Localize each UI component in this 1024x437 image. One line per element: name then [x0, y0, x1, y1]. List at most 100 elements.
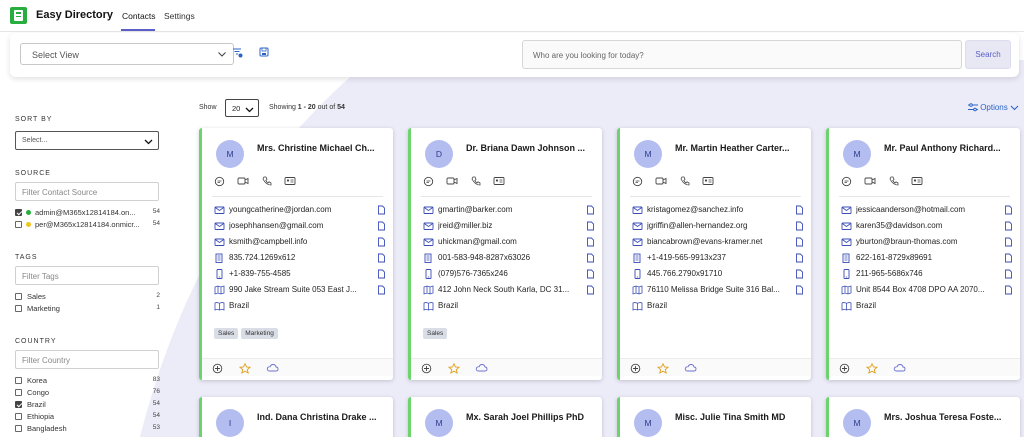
copy-icon[interactable]	[377, 285, 386, 297]
country-title: COUNTRY	[15, 338, 57, 345]
copy-icon[interactable]	[377, 237, 386, 249]
page-size-dropdown[interactable]: 20	[225, 99, 259, 117]
country-item[interactable]: Bangladesh 53	[15, 424, 160, 434]
checkbox[interactable]	[15, 305, 22, 312]
copy-icon[interactable]	[1004, 237, 1013, 249]
contact-card[interactable]: M Misc. Julie Tina Smith MD	[617, 397, 811, 437]
source-item[interactable]: per@M365x12814184.onmicr... 54	[15, 220, 160, 230]
source-item[interactable]: admin@M365x12814184.on... 54	[15, 208, 160, 218]
select-view-dropdown[interactable]: Select View	[20, 43, 234, 65]
country-filter-input[interactable]: Filter Country	[15, 350, 159, 369]
call-icon[interactable]	[262, 176, 272, 188]
call-icon[interactable]	[889, 176, 899, 188]
checkbox[interactable]	[15, 389, 22, 396]
contact-card[interactable]: M Mrs. Joshua Teresa Foste...	[826, 397, 1020, 437]
cloud-sync-icon[interactable]	[475, 363, 488, 375]
copy-icon[interactable]	[586, 253, 595, 265]
copy-icon[interactable]	[1004, 221, 1013, 233]
video-call-icon[interactable]	[864, 176, 876, 188]
copy-icon[interactable]	[795, 269, 804, 281]
contact-card[interactable]: M Mr. Martin Heather Carter... kristagomez…	[617, 128, 811, 380]
country-item[interactable]: Korea 83	[15, 376, 160, 386]
contact-name[interactable]: Dr. Briana Dawn Johnson ...	[466, 143, 596, 153]
contact-card-icon[interactable]	[911, 176, 923, 188]
copy-icon[interactable]	[795, 237, 804, 249]
cloud-sync-icon[interactable]	[684, 363, 697, 375]
contact-name[interactable]: Ind. Dana Christina Drake ...	[257, 412, 387, 422]
tab-settings[interactable]: Settings	[164, 11, 195, 21]
copy-icon[interactable]	[795, 285, 804, 297]
contact-name[interactable]: Misc. Julie Tina Smith MD	[675, 412, 805, 422]
copy-icon[interactable]	[377, 205, 386, 217]
cloud-sync-icon[interactable]	[266, 363, 279, 375]
copy-icon[interactable]	[586, 237, 595, 249]
sort-by-dropdown[interactable]: Select...	[15, 131, 159, 150]
copy-icon[interactable]	[795, 253, 804, 265]
cloud-sync-icon[interactable]	[893, 363, 906, 375]
country-item[interactable]: Brazil 54	[15, 400, 160, 410]
contact-card-icon[interactable]	[702, 176, 714, 188]
copy-icon[interactable]	[586, 269, 595, 281]
video-call-icon[interactable]	[446, 176, 458, 188]
chat-icon[interactable]	[632, 176, 643, 189]
filter-clear-icon[interactable]	[232, 47, 243, 60]
tag-item[interactable]: Marketing 1	[15, 304, 160, 314]
search-input[interactable]: Who are you looking for today?	[522, 40, 962, 69]
chat-icon[interactable]	[423, 176, 434, 189]
contact-card[interactable]: M Mrs. Christine Michael Ch... youngcather…	[199, 128, 393, 380]
country-item[interactable]: Ethiopia 54	[15, 412, 160, 422]
copy-icon[interactable]	[586, 205, 595, 217]
source-filter-input[interactable]: Filter Contact Source	[15, 182, 159, 201]
contact-card[interactable]: M Mr. Paul Anthony Richard... jessicaander…	[826, 128, 1020, 380]
checkbox[interactable]	[15, 293, 22, 300]
favorite-star-icon[interactable]	[656, 362, 670, 376]
copy-icon[interactable]	[377, 253, 386, 265]
tag-item[interactable]: Sales 2	[15, 292, 160, 302]
checkbox[interactable]	[15, 425, 22, 432]
contact-name[interactable]: Mx. Sarah Joel Phillips PhD	[466, 412, 596, 422]
video-call-icon[interactable]	[237, 176, 249, 188]
copy-icon[interactable]	[1004, 205, 1013, 217]
tab-contacts[interactable]: Contacts	[122, 11, 156, 21]
favorite-star-icon[interactable]	[447, 362, 461, 376]
checkbox[interactable]	[15, 413, 22, 420]
add-icon[interactable]	[421, 363, 432, 376]
favorite-star-icon[interactable]	[238, 362, 252, 376]
contact-name[interactable]: Mr. Martin Heather Carter...	[675, 143, 805, 153]
call-icon[interactable]	[471, 176, 481, 188]
save-view-icon[interactable]	[259, 47, 269, 59]
copy-icon[interactable]	[586, 285, 595, 297]
contact-name[interactable]: Mrs. Christine Michael Ch...	[257, 143, 387, 153]
copy-icon[interactable]	[795, 205, 804, 217]
add-icon[interactable]	[630, 363, 641, 376]
tags-filter-input[interactable]: Filter Tags	[15, 266, 159, 285]
contact-card[interactable]: M Mx. Sarah Joel Phillips PhD	[408, 397, 602, 437]
checkbox[interactable]	[15, 221, 22, 228]
options-button[interactable]: Options	[967, 103, 1019, 112]
contact-name[interactable]: Mrs. Joshua Teresa Foste...	[884, 412, 1014, 422]
copy-icon[interactable]	[586, 221, 595, 233]
contact-card[interactable]: I Ind. Dana Christina Drake ...	[199, 397, 393, 437]
contact-card-icon[interactable]	[284, 176, 296, 188]
video-call-icon[interactable]	[655, 176, 667, 188]
favorite-star-icon[interactable]	[865, 362, 879, 376]
copy-icon[interactable]	[1004, 285, 1013, 297]
copy-icon[interactable]	[1004, 269, 1013, 281]
country-item[interactable]: Congo 76	[15, 388, 160, 398]
chat-icon[interactable]	[841, 176, 852, 189]
call-icon[interactable]	[680, 176, 690, 188]
add-icon[interactable]	[839, 363, 850, 376]
contact-card[interactable]: D Dr. Briana Dawn Johnson ... gmartin@bark…	[408, 128, 602, 380]
search-button[interactable]: Search	[965, 40, 1011, 69]
contact-card-icon[interactable]	[493, 176, 505, 188]
copy-icon[interactable]	[795, 221, 804, 233]
copy-icon[interactable]	[1004, 253, 1013, 265]
copy-icon[interactable]	[377, 269, 386, 281]
copy-icon[interactable]	[377, 221, 386, 233]
chat-icon[interactable]	[214, 176, 225, 189]
checkbox[interactable]	[15, 377, 22, 384]
contact-name[interactable]: Mr. Paul Anthony Richard...	[884, 143, 1014, 153]
checkbox[interactable]	[15, 209, 22, 216]
checkbox[interactable]	[15, 401, 22, 408]
add-icon[interactable]	[212, 363, 223, 376]
